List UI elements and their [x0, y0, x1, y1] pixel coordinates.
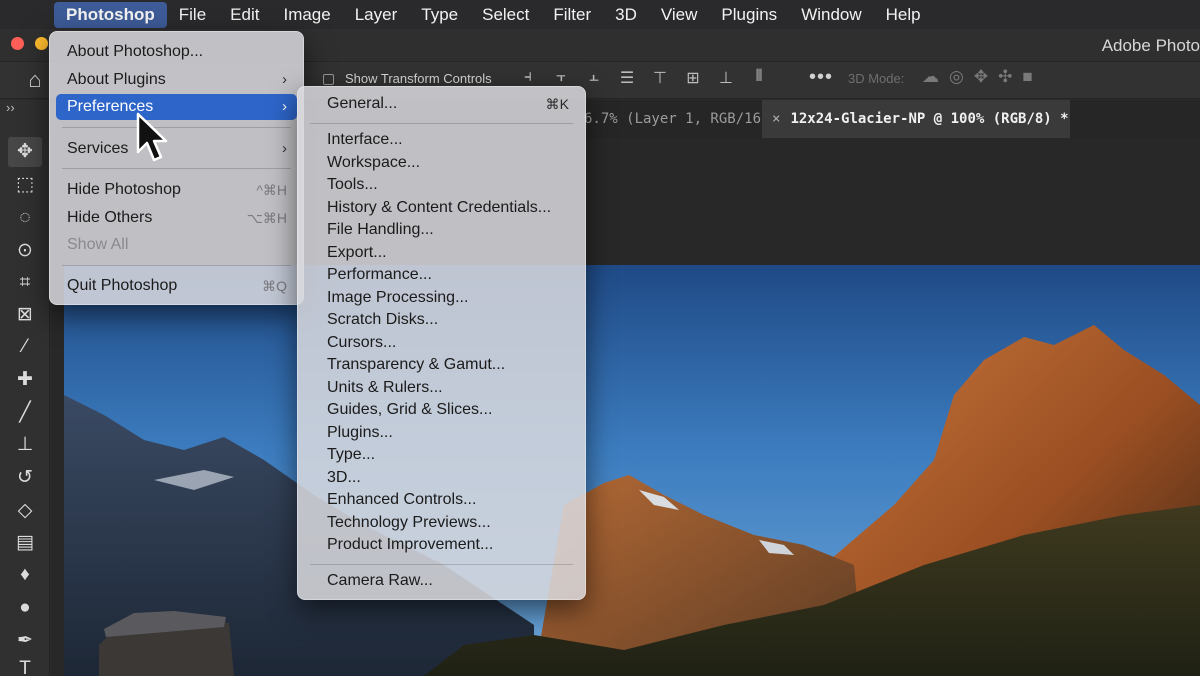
document-tab-1[interactable]: 6.7% (Layer 1, RGB/16*): [580, 100, 778, 138]
menu-file[interactable]: File: [167, 0, 218, 29]
slide-icon[interactable]: ✣: [998, 67, 1012, 87]
move-tool-icon[interactable]: ✥: [8, 137, 42, 167]
prefs-item-general[interactable]: General... ⌘K: [304, 91, 579, 117]
lasso-tool-icon[interactable]: ◌: [8, 203, 42, 233]
collapse-panel-icon[interactable]: ››: [6, 100, 15, 115]
mode-3d-label: 3D Mode:: [848, 71, 905, 86]
menu-edit[interactable]: Edit: [218, 0, 271, 29]
window-minimize-button[interactable]: [35, 37, 48, 50]
tab-label: 6.7% (Layer 1, RGB/16*): [584, 111, 778, 127]
menu-separator: [62, 168, 291, 169]
menu-shortcut: ⌘K: [545, 96, 569, 112]
photoshop-app-menu: About Photoshop... About Plugins › Prefe…: [49, 31, 304, 305]
app-title: Adobe Photo: [1101, 36, 1200, 55]
menu-separator: [310, 123, 573, 124]
dodge-tool-icon[interactable]: ●: [8, 593, 42, 623]
menu-shortcut: ⌘Q: [262, 278, 287, 294]
menu-item-label: About Photoshop...: [67, 43, 204, 60]
eraser-tool-icon[interactable]: ◇: [8, 496, 42, 526]
align-controls: ⫞ ⫟ ⫠ ☰ ⊤ ⊞ ⊥ ⦀: [518, 68, 769, 88]
blur-tool-icon[interactable]: ♦: [8, 560, 42, 590]
show-transform-label: Show Transform Controls: [345, 71, 492, 86]
align-top-icon[interactable]: ⊤: [650, 68, 670, 88]
pan-icon[interactable]: ✥: [974, 67, 988, 87]
menu-item-about-photoshop[interactable]: About Photoshop...: [56, 39, 297, 65]
align-center-icon[interactable]: ⫟: [551, 68, 571, 88]
menu-item-show-all: Show All: [56, 232, 297, 258]
menu-shortcut: ⌥⌘H: [246, 210, 287, 226]
submenu-chevron-icon: ›: [282, 98, 287, 115]
menu-item-about-plugins[interactable]: About Plugins ›: [56, 67, 297, 93]
menu-plugins[interactable]: Plugins: [709, 0, 789, 29]
healing-brush-tool-icon[interactable]: ✚: [8, 365, 42, 395]
menu-item-services[interactable]: Services ›: [56, 136, 297, 162]
macos-menubar: Photoshop File Edit Image Layer Type Sel…: [0, 0, 1200, 29]
preferences-submenu: General... ⌘K Interface... Workspace... …: [297, 86, 586, 600]
menu-shortcut: ^⌘H: [256, 182, 287, 198]
more-options-icon[interactable]: •••: [809, 66, 833, 89]
clone-stamp-tool-icon[interactable]: ⊥: [8, 430, 42, 460]
quick-selection-tool-icon[interactable]: ⊙: [8, 236, 42, 266]
menu-item-label: Services: [67, 140, 129, 157]
menu-item-label: General...: [327, 95, 398, 112]
tab-close-icon[interactable]: ×: [772, 111, 780, 127]
menu-image[interactable]: Image: [271, 0, 342, 29]
canvas-photo[interactable]: [64, 265, 1200, 676]
prefs-item-camera-raw[interactable]: Camera Raw...: [304, 568, 579, 594]
eyedropper-tool-icon[interactable]: ⁄: [8, 332, 42, 362]
menu-separator: [62, 127, 291, 128]
menu-item-label: Quit Photoshop: [67, 277, 178, 294]
menu-item-hide-photoshop[interactable]: Hide Photoshop ^⌘H: [56, 177, 297, 203]
document-tab-2[interactable]: × 12x24-Glacier-NP @ 100% (RGB/8) *: [762, 100, 1070, 138]
menu-help[interactable]: Help: [874, 0, 933, 29]
show-transform-checkbox[interactable]: [323, 74, 334, 85]
menu-item-label: Hide Others: [67, 209, 153, 226]
scale-icon[interactable]: ■: [1022, 67, 1032, 87]
align-left-icon[interactable]: ⫞: [518, 68, 538, 88]
menu-view[interactable]: View: [649, 0, 710, 29]
history-brush-tool-icon[interactable]: ↺: [8, 463, 42, 493]
menu-separator: [310, 564, 573, 565]
menu-item-label: Hide Photoshop: [67, 181, 181, 198]
menu-item-hide-others[interactable]: Hide Others ⌥⌘H: [56, 205, 297, 231]
menu-filter[interactable]: Filter: [541, 0, 603, 29]
menu-item-quit-photoshop[interactable]: Quit Photoshop ⌘Q: [56, 273, 297, 299]
align-middle-icon[interactable]: ⊞: [683, 68, 703, 88]
orbit-icon[interactable]: ☁: [922, 67, 939, 87]
home-icon[interactable]: ⌂: [24, 69, 46, 91]
tab-label: 12x24-Glacier-NP @ 100% (RGB/8) *: [790, 111, 1069, 127]
marquee-tool-icon[interactable]: ⬚: [8, 170, 42, 200]
3d-mode-controls: ☁ ◎ ✥ ✣ ■: [922, 67, 1033, 87]
align-bottom-icon[interactable]: ⊥: [716, 68, 736, 88]
roll-icon[interactable]: ◎: [949, 67, 964, 87]
window-close-button[interactable]: [11, 37, 24, 50]
menu-item-label: About Plugins: [67, 71, 166, 88]
crop-tool-icon[interactable]: ⌗: [8, 268, 42, 298]
menu-window[interactable]: Window: [789, 0, 873, 29]
gradient-tool-icon[interactable]: ▤: [8, 528, 42, 558]
menu-3d[interactable]: 3D: [603, 0, 649, 29]
menu-type[interactable]: Type: [409, 0, 470, 29]
pen-tool-icon[interactable]: ✒: [8, 626, 42, 656]
menu-item-preferences[interactable]: Preferences ›: [56, 94, 297, 120]
prefs-item-product-improvement[interactable]: Product Improvement...: [304, 532, 579, 558]
distribute-icon[interactable]: ☰: [617, 68, 637, 88]
frame-tool-icon[interactable]: ⊠: [8, 300, 42, 330]
menu-select[interactable]: Select: [470, 0, 541, 29]
type-tool-icon[interactable]: T: [8, 654, 42, 676]
mountain-landscape-image: [64, 325, 1200, 676]
menu-layer[interactable]: Layer: [343, 0, 410, 29]
menu-separator: [62, 265, 291, 266]
menu-photoshop[interactable]: Photoshop: [54, 1, 167, 28]
distribute-horizontal-icon[interactable]: ⦀: [749, 68, 769, 88]
brush-tool-icon[interactable]: ╱: [8, 398, 42, 428]
menu-item-label: Show All: [67, 236, 129, 253]
mouse-pointer-icon: [136, 112, 168, 162]
align-right-icon[interactable]: ⫠: [584, 68, 604, 88]
submenu-chevron-icon: ›: [282, 140, 287, 157]
submenu-chevron-icon: ›: [282, 71, 287, 88]
